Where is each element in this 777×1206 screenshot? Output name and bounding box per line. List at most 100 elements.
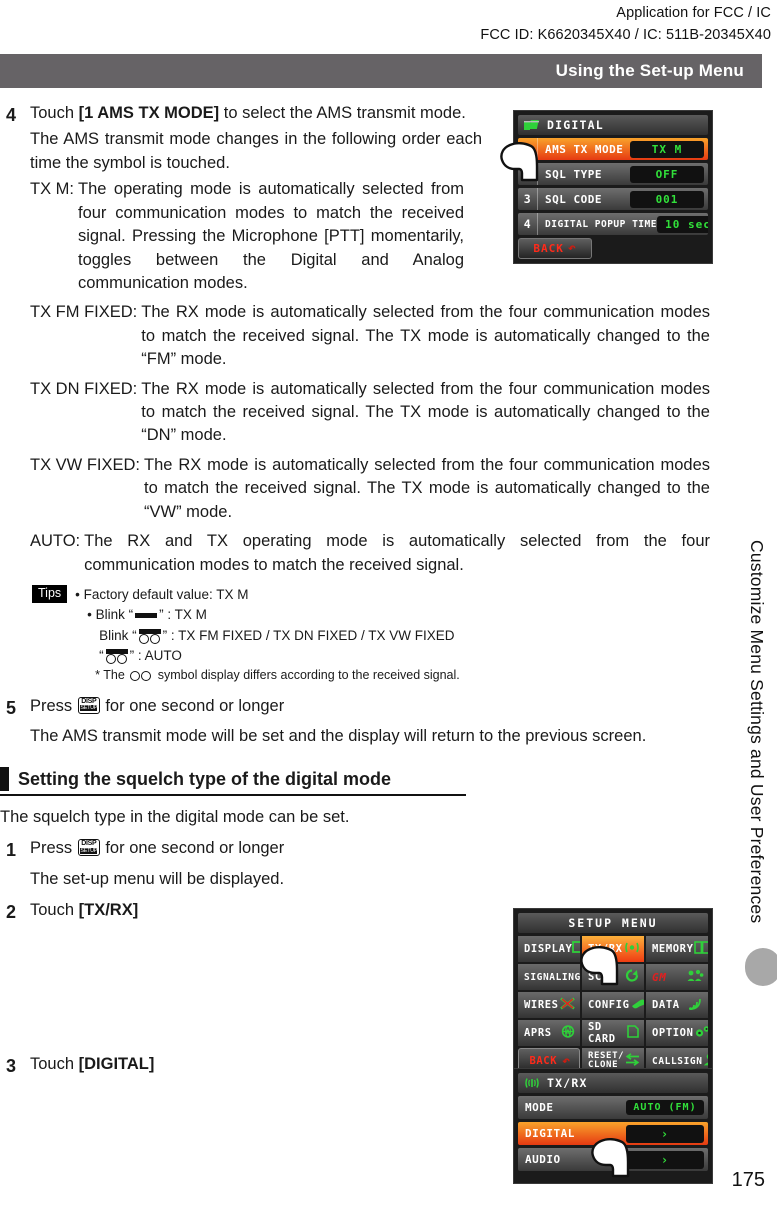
txrx-row-digital[interactable]: DIGITAL › xyxy=(518,1122,708,1145)
sdcard-icon xyxy=(626,1025,640,1041)
section-intro: The squelch type in the digital mode can… xyxy=(0,807,350,826)
txrx-audio-label: AUDIO xyxy=(525,1153,561,1166)
book-icon xyxy=(693,941,708,957)
definition-tx-m-body: The operating mode is automatically sele… xyxy=(78,180,464,292)
back-arrow-icon: ↶ xyxy=(567,241,577,256)
tips-line3-pre: Blink “ xyxy=(99,627,137,643)
setup-menu-back-label: BACK xyxy=(529,1055,558,1067)
tips-line2-pre: • Blink “ xyxy=(87,607,134,623)
step-1-note: The set-up menu will be displayed. xyxy=(30,869,285,888)
back-arrow-icon-2: ↶ xyxy=(562,1053,571,1069)
setup-menu-item-wires[interactable]: WIRES xyxy=(518,992,580,1018)
txrx-row-audio[interactable]: AUDIO › xyxy=(518,1148,708,1171)
definition-tx-vw-fixed-body: The RX mode is automatically selected fr… xyxy=(144,455,710,521)
setup-menu-item-option[interactable]: OPTION xyxy=(646,1020,708,1046)
digital-screen-title: DIGITAL xyxy=(547,118,604,132)
setup-menu-data-label: DATA xyxy=(652,999,680,1011)
svg-text:A: A xyxy=(565,1028,571,1036)
step-3-number: 3 xyxy=(6,1056,17,1077)
tips-line-footnote: * The symbol display differs according t… xyxy=(75,666,460,685)
step-5-number: 5 xyxy=(6,697,17,718)
setup-menu-item-scan[interactable]: SCAN xyxy=(582,964,644,990)
setup-menu-header: SETUP MENU xyxy=(518,913,708,933)
setup-menu-item-config[interactable]: CONFIG xyxy=(582,992,644,1018)
digital-row-4-label: DIGITAL POPUP TIME xyxy=(545,218,657,230)
setup-menu-sdcard-label: SD CARD xyxy=(588,1021,616,1045)
step-5: 5 Press DISP SETUP for one second or long… xyxy=(0,695,740,749)
digital-row-2-value: OFF xyxy=(630,165,704,183)
section-heading-marker xyxy=(0,766,9,791)
tips-line4-post: ” : AUTO xyxy=(129,647,182,663)
setup-menu-config-label: CONFIG xyxy=(588,999,630,1011)
digital-row-sql-code[interactable]: 3 SQL CODE 001 xyxy=(518,188,708,210)
step-4-post: to select the AMS transmit mode. xyxy=(219,104,466,122)
digital-row-1-value: TX M xyxy=(630,140,704,158)
setup-menu-item-gm[interactable]: GM xyxy=(646,964,708,990)
setup-menu-display-label: DISPLAY xyxy=(524,943,573,955)
setup-menu-option-label: OPTION xyxy=(652,1027,694,1039)
digital-row-popup-time[interactable]: 4 DIGITAL POPUP TIME 10 sec xyxy=(518,213,708,235)
setup-menu-grid: DISPLAY TX/RX MEMORY SIGNALING SCAN GM W… xyxy=(518,936,708,1074)
disp-setup-key-icon-2: DISP SETUP xyxy=(77,839,100,857)
digital-row-3-label: SQL CODE xyxy=(545,192,602,206)
tips-line2-post: ” : TX M xyxy=(159,607,207,623)
definition-tx-m-term: TX M: xyxy=(30,180,74,199)
definition-tx-fm-fixed: TX FM FIXED: The RX mode is automaticall… xyxy=(30,301,710,371)
tips-block: Tips • Factory default value: TX M • Bli… xyxy=(0,585,740,685)
definition-tx-dn-fixed: TX DN FIXED: The RX mode is automaticall… xyxy=(30,378,710,448)
step-5-pre: Press xyxy=(30,696,77,715)
setup-menu-item-data[interactable]: DATA xyxy=(646,992,708,1018)
globe-a-icon: A xyxy=(560,1025,576,1041)
digital-row-1-label: AMS TX MODE xyxy=(545,142,624,156)
setup-menu-memory-label: MEMORY xyxy=(652,943,694,955)
step-4-note: The AMS transmit mode changes in the fol… xyxy=(30,130,482,172)
bar-circles-symbol-icon-2 xyxy=(104,649,130,665)
person-icon xyxy=(703,1053,708,1069)
page-number: 175 xyxy=(731,1169,765,1191)
circles-symbol-icon xyxy=(128,670,154,682)
txrx-screen-header: TX/RX xyxy=(518,1073,708,1093)
side-tab-pill xyxy=(745,948,777,986)
device-screenshot-setup-menu: SETUP MENU DISPLAY TX/RX MEMORY SIGNALIN… xyxy=(513,908,713,1079)
swap-icon xyxy=(624,1053,641,1069)
wifi-icon xyxy=(688,997,704,1013)
fcc-application-header: Application for FCC / IC FCC ID: K662034… xyxy=(480,2,771,47)
side-chapter-tab: Customize Menu Settings and User Prefere… xyxy=(741,540,777,1010)
digital-row-2-label: SQL TYPE xyxy=(545,167,602,181)
setup-menu-item-txrx[interactable]: TX/RX xyxy=(582,936,644,962)
step-5-post: for one second or longer xyxy=(100,696,285,715)
setup-menu-item-aprs[interactable]: APRS A xyxy=(518,1020,580,1046)
setup-menu-item-signaling[interactable]: SIGNALING xyxy=(518,964,580,990)
tips-badge: Tips xyxy=(32,585,68,604)
tips-line-auto: “” : AUTO xyxy=(75,646,460,666)
setup-menu-item-memory[interactable]: MEMORY xyxy=(646,936,708,962)
setup-menu-txrx-label: TX/RX xyxy=(588,943,623,955)
txrx-row-mode[interactable]: MODE AUTO (FM) xyxy=(518,1096,708,1119)
digital-row-ams-tx-mode[interactable]: 1 AMS TX MODE TX M xyxy=(518,138,708,160)
bar-circles-symbol-icon xyxy=(137,628,163,644)
fcc-header-line2: FCC ID: K6620345X40 / IC: 511B-20345X40 xyxy=(480,27,771,44)
tips-line5-pre: * The xyxy=(95,668,129,683)
device-screenshot-txrx: TX/RX MODE AUTO (FM) DIGITAL › AUDIO › xyxy=(513,1068,713,1184)
definition-auto-body: The RX and TX operating mode is automati… xyxy=(84,532,710,574)
step-3-pre: Touch xyxy=(30,1055,79,1074)
digital-row-sql-type[interactable]: 2 SQL TYPE OFF xyxy=(518,163,708,185)
setup-menu-aprs-label: APRS xyxy=(524,1027,552,1039)
tips-line5-post: symbol display differs according to the … xyxy=(154,668,460,683)
group-icon xyxy=(687,969,704,985)
setup-menu-item-display[interactable]: DISPLAY xyxy=(518,936,580,962)
page-title-bar: Using the Set-up Menu xyxy=(0,54,762,88)
tips-line-default: • Factory default value: TX M xyxy=(75,587,249,603)
page-title: Using the Set-up Menu xyxy=(555,61,744,80)
step-5-instruction: Press DISP SETUP for one second or longer xyxy=(30,695,740,718)
tips-line-blink-txm: • Blink “ ” : TX M xyxy=(75,605,460,625)
step-3-menu-ref: [DIGITAL] xyxy=(78,1055,155,1074)
fcc-header-line1: Application for FCC / IC xyxy=(616,5,771,21)
definition-tx-vw-fixed: TX VW FIXED: The RX mode is automaticall… xyxy=(30,454,710,524)
setup-menu-item-sd-card[interactable]: SD CARD xyxy=(582,1020,644,1046)
setup-menu-scan-label: SCAN xyxy=(588,971,616,983)
digital-back-button[interactable]: BACK ↶ xyxy=(518,238,592,259)
txrx-mode-label: MODE xyxy=(525,1101,554,1114)
definition-auto: AUTO: The RX and TX operating mode is au… xyxy=(30,530,710,577)
step-1-instruction: Press DISP SETUP for one second or longer xyxy=(30,837,740,860)
